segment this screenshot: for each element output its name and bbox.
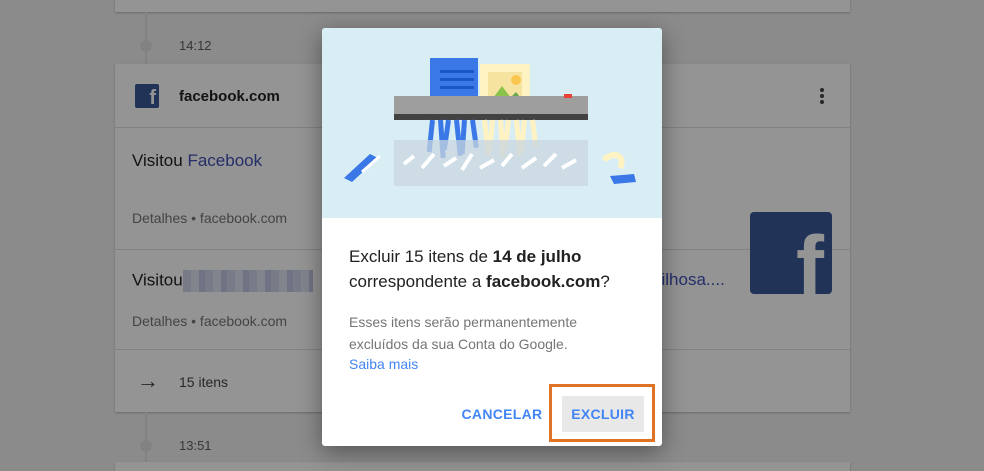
title-text: Excluir 15 itens de (349, 247, 493, 266)
cancel-button[interactable]: CANCELAR (454, 396, 550, 432)
learn-more-link[interactable]: Saiba mais (349, 356, 418, 372)
title-text: correspondente a (349, 272, 487, 291)
delete-button[interactable]: EXCLUIR (562, 396, 644, 432)
delete-dialog: Excluir 15 itens de 14 de julho correspo… (322, 28, 662, 446)
dialog-title: Excluir 15 itens de 14 de julho correspo… (349, 244, 639, 294)
title-text: ? (600, 272, 610, 291)
shredder-illustration (322, 28, 662, 218)
title-date: 14 de julho (492, 247, 582, 266)
title-site: facebook.com (486, 272, 601, 291)
dialog-body: Esses itens serão permanentemente excluí… (349, 314, 578, 352)
